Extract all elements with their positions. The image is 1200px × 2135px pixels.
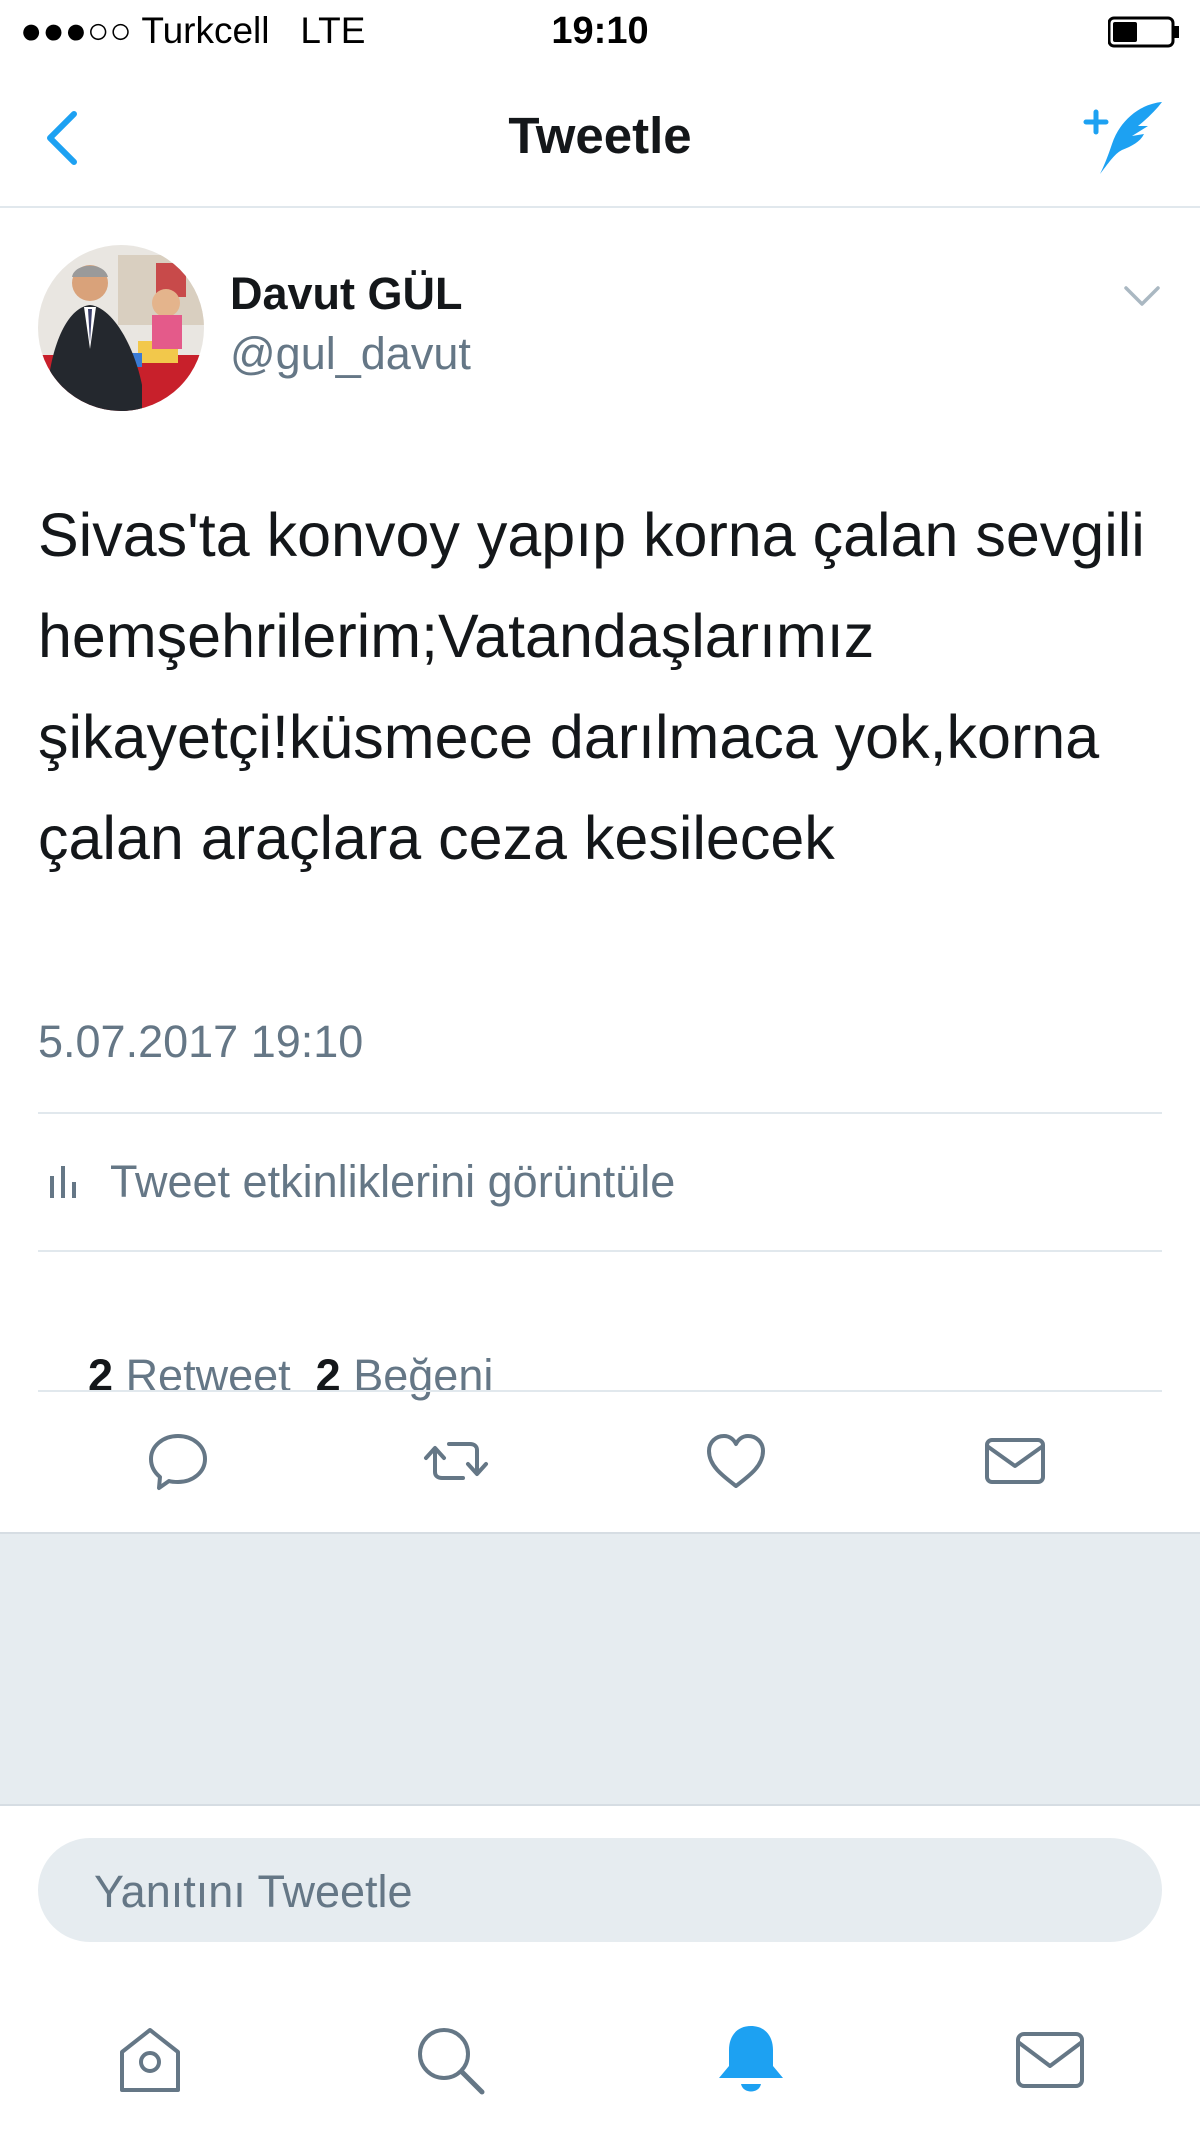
tweet-timestamp: 5.07.2017 19:10: [38, 1016, 364, 1067]
compose-tweet-icon[interactable]: [1082, 98, 1166, 178]
reply-placeholder: Yanıtını Tweetle: [94, 1866, 413, 1917]
retweet-icon[interactable]: [423, 1428, 489, 1494]
tweet-text: Sivas'ta konvoy yapıp korna çalan sevgil…: [38, 501, 1145, 872]
retweet-stat[interactable]: 2 Retweet: [88, 1350, 291, 1401]
like-stat[interactable]: 2 Beğeni: [316, 1350, 494, 1401]
status-bar: ●●●○○ Turkcell LTE 19:10: [0, 0, 1200, 70]
tweet-stats: 2 Retweet 2 Beğeni: [38, 1252, 1162, 1401]
direct-message-icon[interactable]: [982, 1428, 1048, 1494]
home-icon[interactable]: [112, 2022, 188, 2098]
retweet-label: Retweet: [125, 1350, 291, 1401]
like-count: 2: [315, 1350, 341, 1401]
search-icon[interactable]: [412, 2022, 488, 2098]
chevron-down-icon[interactable]: [1122, 282, 1162, 310]
author-name[interactable]: Davut GÜL: [230, 268, 463, 320]
reply-icon[interactable]: [145, 1428, 211, 1494]
tweet-activity-link[interactable]: Tweet etkinliklerini görüntüle: [38, 1112, 1162, 1248]
avatar-photo: [38, 245, 204, 411]
page-title: Tweetle: [508, 107, 692, 164]
notifications-icon[interactable]: [713, 2022, 789, 2098]
author-handle[interactable]: @gul_davut: [230, 328, 471, 380]
like-icon[interactable]: [703, 1428, 769, 1494]
reply-input[interactable]: Yanıtını Tweetle: [38, 1838, 1162, 1942]
avatar[interactable]: [38, 245, 204, 411]
nav-bar: Tweetle: [0, 70, 1200, 208]
status-time: 19:10: [551, 10, 649, 52]
analytics-icon: [50, 1166, 76, 1198]
like-label: Beğeni: [353, 1350, 494, 1401]
messages-icon[interactable]: [1012, 2022, 1088, 2098]
replies-area: [0, 1532, 1200, 1806]
tweet-activity-label: Tweet etkinliklerini görüntüle: [110, 1156, 676, 1207]
divider: [38, 1390, 1162, 1392]
battery-icon: [1108, 16, 1179, 48]
retweet-count: 2: [88, 1350, 114, 1401]
